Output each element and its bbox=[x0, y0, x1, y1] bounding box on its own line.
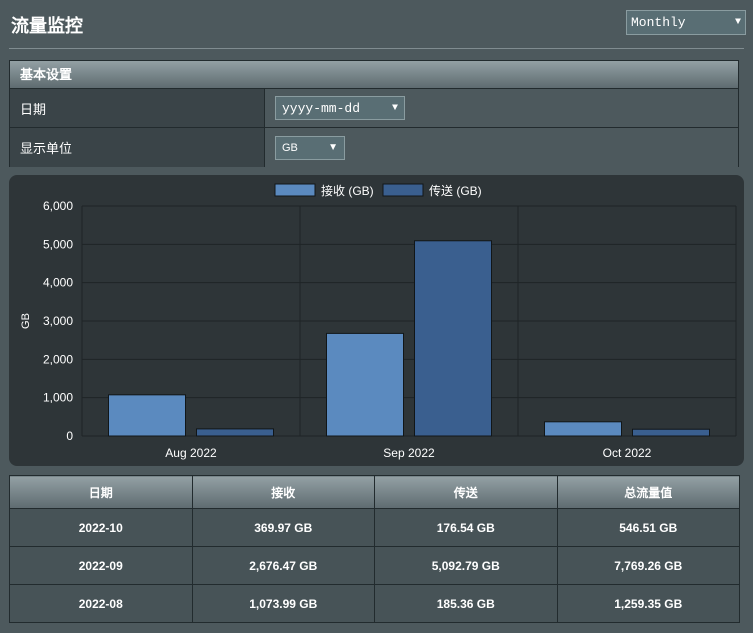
cell-sent: 176.54 GB bbox=[374, 508, 558, 547]
chevron-down-icon: ▼ bbox=[328, 142, 338, 153]
legend-label-sent: 传送 (GB) bbox=[429, 183, 482, 198]
mode-select[interactable]: Monthly ▼ bbox=[626, 10, 746, 35]
cell-total: 1,259.35 GB bbox=[556, 584, 740, 623]
cell-received: 369.97 GB bbox=[191, 508, 375, 547]
bar-sent bbox=[414, 240, 492, 437]
bar-received bbox=[326, 332, 404, 437]
unit-label: 显示单位 bbox=[10, 128, 265, 167]
unit-select[interactable]: GB ▼ bbox=[275, 135, 345, 160]
chevron-down-icon: ▼ bbox=[734, 17, 741, 28]
traffic-table: 日期 接收 传送 总流量值 2022-10 369.97 GB 176.54 G… bbox=[9, 475, 740, 623]
page-title: 流量监控 bbox=[11, 16, 83, 36]
legend-swatch-sent bbox=[382, 183, 424, 197]
cell-total: 546.51 GB bbox=[556, 508, 740, 547]
basic-settings-panel: 基本设置 日期 yyyy-mm-dd ▼ 显示单位 GB ▼ bbox=[9, 60, 739, 167]
bar-sent bbox=[196, 428, 274, 437]
col-header-total: 总流量值 bbox=[556, 475, 740, 509]
col-header-date: 日期 bbox=[9, 475, 193, 509]
y-tick-label: 4,000 bbox=[43, 276, 73, 290]
table-row: 2022-09 2,676.47 GB 5,092.79 GB 7,769.26… bbox=[9, 546, 740, 585]
table-header-row: 日期 接收 传送 总流量值 bbox=[9, 475, 740, 509]
legend-label-received: 接收 (GB) bbox=[321, 183, 374, 198]
col-header-received: 接收 bbox=[191, 475, 375, 509]
traffic-table-wrap: 日期 接收 传送 总流量值 2022-10 369.97 GB 176.54 G… bbox=[9, 475, 740, 623]
y-tick-label: 1,000 bbox=[43, 391, 73, 405]
cell-received: 2,676.47 GB bbox=[191, 546, 375, 585]
date-format-select[interactable]: yyyy-mm-dd ▼ bbox=[275, 96, 405, 120]
x-tick-label: Oct 2022 bbox=[603, 446, 652, 460]
settings-section-title: 基本设置 bbox=[10, 61, 738, 89]
y-tick-label: 5,000 bbox=[43, 237, 73, 251]
mode-select-value: Monthly bbox=[631, 15, 686, 30]
bar-sent bbox=[632, 428, 710, 437]
y-tick-label: 3,000 bbox=[43, 314, 73, 328]
y-tick-label: 2,000 bbox=[43, 352, 73, 366]
header-divider bbox=[9, 48, 744, 49]
cell-received: 1,073.99 GB bbox=[191, 584, 375, 623]
bar-received bbox=[108, 394, 186, 437]
x-tick-label: Aug 2022 bbox=[165, 446, 217, 460]
traffic-chart: 0 1,000 2,000 3,000 4,000 5,000 6,000 GB Aug 202… bbox=[9, 175, 744, 466]
table-row: 2022-10 369.97 GB 176.54 GB 546.51 GB bbox=[9, 508, 740, 547]
chevron-down-icon: ▼ bbox=[391, 102, 398, 114]
cell-date: 2022-10 bbox=[9, 508, 193, 547]
cell-sent: 5,092.79 GB bbox=[374, 546, 558, 585]
settings-row-date: 日期 yyyy-mm-dd ▼ bbox=[10, 89, 738, 128]
cell-total: 7,769.26 GB bbox=[556, 546, 740, 585]
cell-date: 2022-08 bbox=[9, 584, 193, 623]
col-header-sent: 传送 bbox=[374, 475, 558, 509]
x-tick-label: Sep 2022 bbox=[383, 446, 435, 460]
unit-value: GB bbox=[282, 141, 298, 154]
settings-row-unit: 显示单位 GB ▼ bbox=[10, 128, 738, 167]
date-label: 日期 bbox=[10, 89, 265, 127]
y-tick-label: 6,000 bbox=[43, 199, 73, 213]
date-format-value: yyyy-mm-dd bbox=[282, 100, 361, 116]
cell-sent: 185.36 GB bbox=[374, 584, 558, 623]
cell-date: 2022-09 bbox=[9, 546, 193, 585]
legend-swatch-received bbox=[274, 183, 316, 197]
table-row: 2022-08 1,073.99 GB 185.36 GB 1,259.35 G… bbox=[9, 584, 740, 623]
bar-received bbox=[544, 421, 622, 437]
y-tick-label: 0 bbox=[66, 429, 73, 443]
y-axis-label: GB bbox=[20, 313, 32, 329]
traffic-chart-svg: 0 1,000 2,000 3,000 4,000 5,000 6,000 GB Aug 202… bbox=[20, 183, 737, 460]
